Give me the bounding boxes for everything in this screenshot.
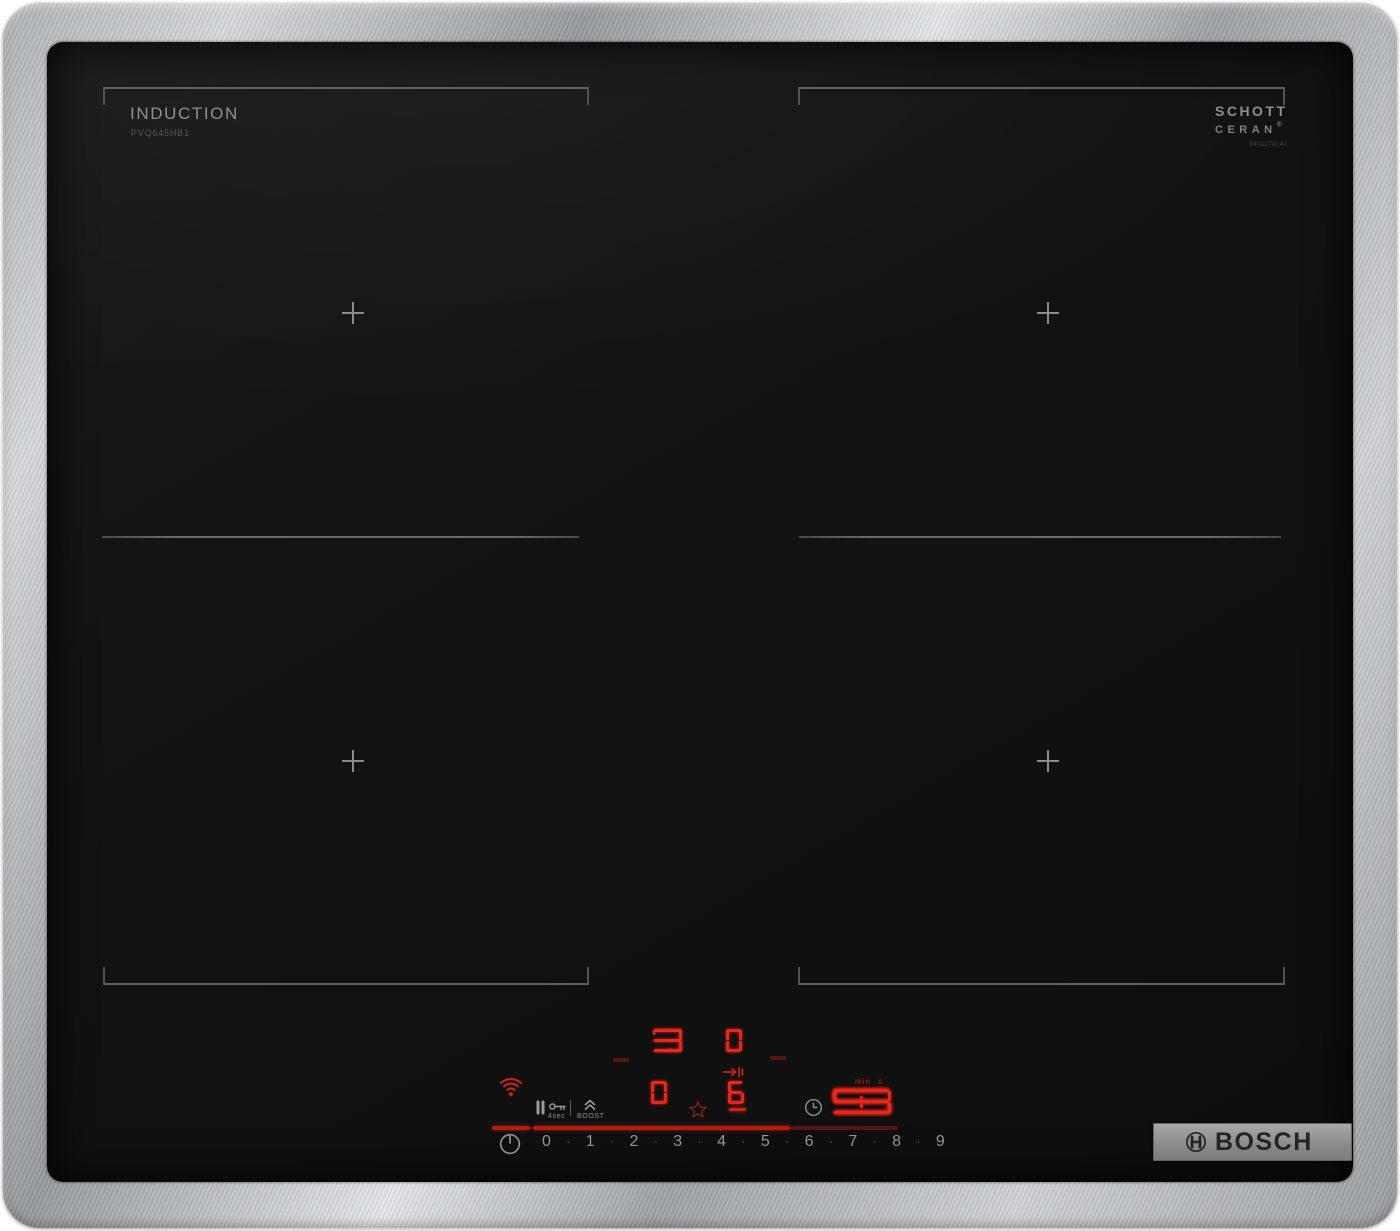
control-divider: [570, 1100, 571, 1116]
timer-unit-s: s: [878, 1077, 884, 1086]
slider-track-power-segment: [492, 1126, 530, 1130]
timer-units: min s: [855, 1077, 883, 1086]
level-separator: ·: [916, 1136, 921, 1148]
display-rear-right: [726, 1029, 742, 1052]
level-separator: ·: [654, 1136, 658, 1148]
zone-bracket-rear-right: [798, 87, 1285, 105]
zone-bracket-front-left: [103, 967, 589, 985]
zone-center-marker-rear-left: [342, 302, 364, 324]
slider-track-inactive: [790, 1126, 898, 1130]
level-7[interactable]: 7: [848, 1133, 857, 1151]
timer-unit-min: min: [855, 1077, 871, 1086]
level-separator: ·: [872, 1136, 877, 1148]
schott-line1: SCHOTT: [1215, 103, 1288, 119]
timer-clock-icon[interactable]: [804, 1098, 823, 1117]
level-separator: ·: [785, 1136, 789, 1148]
bosch-symbol-icon: [1186, 1132, 1206, 1152]
level-9[interactable]: 9: [936, 1133, 945, 1151]
level-4[interactable]: 4: [717, 1133, 726, 1151]
level-separator: ·: [741, 1136, 746, 1148]
model-label: PVQ645HB1: [131, 128, 190, 138]
display-rear-left: [653, 1029, 682, 1052]
level-5[interactable]: 5: [761, 1133, 770, 1151]
schott-code: 9001270147: [1249, 141, 1288, 148]
zone-divider-left: [102, 536, 579, 538]
induction-label: INDUCTION: [130, 104, 239, 123]
child-lock-label: 4sec: [548, 1113, 566, 1120]
schott-line2: CERAN: [1215, 123, 1277, 136]
wifi-icon: [499, 1077, 523, 1097]
level-separator: ·: [566, 1136, 571, 1148]
level-strip: 0 · 1 · 2 · 3 · 4 · 5 · 6 · 7 · 8 · 9: [542, 1133, 945, 1151]
schott-ceran-logo: SCHOTT CERAN® 9001270147: [1215, 104, 1288, 148]
schott-reg: ®: [1276, 121, 1282, 129]
bosch-wordmark: BOSCH: [1215, 1127, 1313, 1156]
boost-icon[interactable]: [583, 1099, 597, 1111]
zone-center-marker-rear-right: [1037, 302, 1059, 324]
selected-zone-underline: [729, 1108, 746, 1111]
zone-center-marker-front-left: [342, 750, 364, 772]
level-1[interactable]: 1: [586, 1133, 595, 1151]
zone-bracket-front-right: [798, 967, 1285, 985]
boost-label: BOOST: [577, 1113, 605, 1120]
level-3[interactable]: 3: [673, 1133, 682, 1151]
level-0[interactable]: 0: [542, 1133, 551, 1151]
glass-surface: INDUCTION PVQ645HB1 SCHOTT CERAN® 900127…: [47, 42, 1353, 1182]
zone-bracket-rear-left: [103, 87, 589, 105]
level-separator: ·: [829, 1136, 833, 1148]
favorite-star-icon[interactable]: [688, 1100, 708, 1119]
induction-hob: INDUCTION PVQ645HB1 SCHOTT CERAN® 900127…: [0, 0, 1400, 1231]
level-2[interactable]: 2: [630, 1133, 639, 1151]
level-separator: ·: [610, 1136, 614, 1148]
bosch-badge: BOSCH: [1153, 1123, 1352, 1161]
zone-center-marker-front-right: [1037, 750, 1059, 772]
bridge-zone-icon: [722, 1066, 744, 1078]
pause-icon[interactable]: [536, 1100, 545, 1115]
power-button[interactable]: [498, 1132, 522, 1156]
level-8[interactable]: 8: [892, 1133, 901, 1151]
key-icon[interactable]: [549, 1101, 566, 1112]
level-6[interactable]: 6: [805, 1133, 814, 1151]
zone-divider-right: [799, 536, 1281, 538]
timer-display: [833, 1089, 891, 1114]
level-separator: ·: [697, 1136, 702, 1148]
display-front-right: [728, 1081, 744, 1104]
display-front-left: [651, 1081, 667, 1104]
slider-track-active: [533, 1126, 790, 1130]
